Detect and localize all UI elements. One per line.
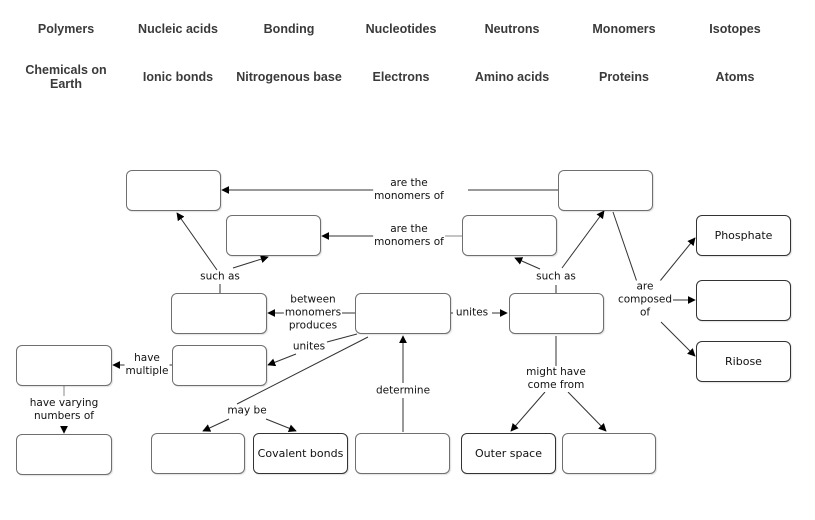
- link-composed-stem: [612, 211, 638, 283]
- node-center[interactable]: [355, 293, 451, 334]
- link-such-as-left-to-top: [176, 212, 218, 271]
- node-phosphate[interactable]: Phosphate: [696, 215, 791, 256]
- label-such-as-left: such as: [199, 270, 241, 284]
- label-have-multiple: have multiple: [124, 352, 170, 378]
- link-such-as-right-to-second: [514, 257, 541, 270]
- node-middle-right-blank[interactable]: [696, 280, 791, 321]
- label-unites-right: unites: [454, 306, 490, 320]
- link-such-as-right-to-top: [561, 210, 605, 269]
- node-bottom-right-blank[interactable]: [562, 433, 656, 474]
- link-might-have-right: [567, 391, 607, 432]
- link-unites-left-arrow: [267, 353, 297, 367]
- label-are-composed-of: are composed of: [616, 280, 674, 320]
- node-top-right[interactable]: [558, 170, 653, 211]
- label-might-have-come-from: might have come from: [525, 366, 587, 392]
- node-outer-space[interactable]: Outer space: [461, 433, 556, 474]
- node-second-left[interactable]: [226, 215, 321, 256]
- label-such-as-right: such as: [535, 270, 577, 284]
- node-bottom-far-left[interactable]: [16, 434, 112, 475]
- link-may-be-right: [265, 418, 297, 433]
- link-might-have-left: [510, 391, 546, 432]
- node-lower-left[interactable]: [172, 345, 267, 386]
- link-may-be-left: [202, 418, 230, 432]
- node-bottom-blank-1[interactable]: [151, 433, 245, 474]
- link-unites-left-stem: [326, 333, 358, 343]
- label-are-monomers-top: are the monomers of: [373, 177, 445, 203]
- link-composed-ribose: [660, 321, 696, 357]
- label-determine: determine: [374, 384, 432, 398]
- label-may-be: may be: [226, 404, 268, 418]
- label-unites-left: unites: [291, 340, 327, 354]
- node-mid-left[interactable]: [171, 293, 267, 334]
- node-bottom-center[interactable]: [355, 433, 450, 474]
- node-second-right[interactable]: [462, 215, 557, 256]
- node-top-left[interactable]: [126, 170, 221, 211]
- node-ribose[interactable]: Ribose: [696, 341, 791, 382]
- node-far-left[interactable]: [16, 345, 112, 386]
- label-between-monomers-produces: between monomers produces: [283, 293, 343, 333]
- label-are-monomers-second: are the monomers of: [373, 223, 445, 249]
- node-covalent-bonds[interactable]: Covalent bonds: [253, 433, 348, 474]
- link-such-as-left-to-second: [232, 255, 269, 269]
- node-mid-right[interactable]: [509, 293, 604, 334]
- label-have-varying-numbers-of: have varying numbers of: [28, 397, 100, 423]
- link-composed-phosphate: [659, 237, 696, 282]
